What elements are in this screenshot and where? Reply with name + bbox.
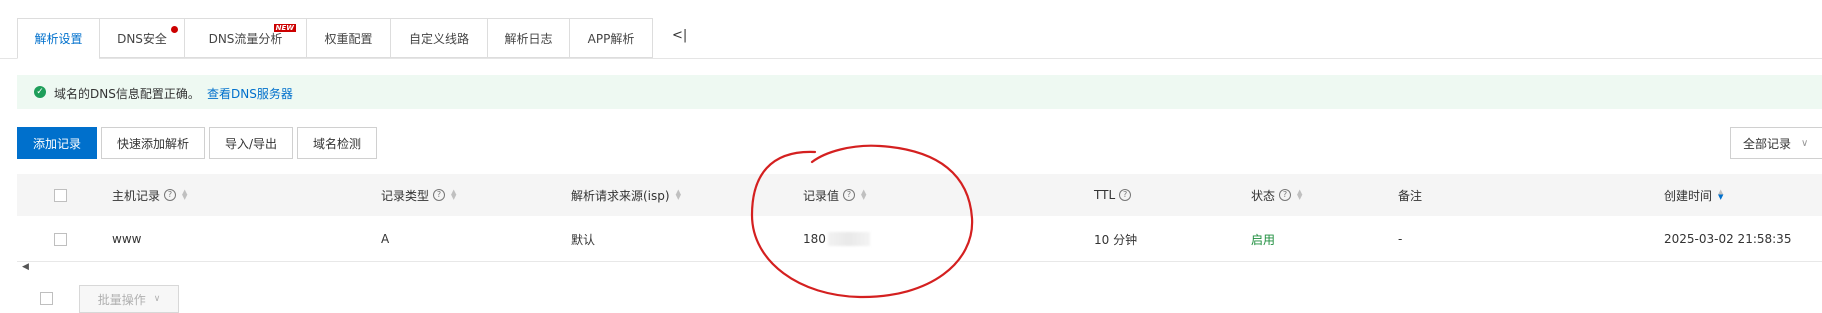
alert-message: 域名的DNS信息配置正确。 [54, 87, 200, 101]
button-label: 导入/导出 [224, 136, 278, 151]
chevron-down-icon: ∨ [1801, 137, 1809, 149]
column-label: TTL [1094, 188, 1116, 202]
select-all-checkbox[interactable] [54, 188, 67, 202]
success-alert: ✓ 域名的DNS信息配置正确。 查看DNS服务器 [17, 75, 1822, 109]
tab-custom-lines[interactable]: 自定义线路 [390, 18, 487, 58]
tabs-divider [0, 58, 1822, 59]
tab-bar: 解析设置 DNS安全 DNS流量分析 NEW 权重配置 自定义线路 解析日志 A… [17, 18, 653, 59]
row-select-cell [54, 217, 67, 261]
footer-select-all-checkbox[interactable] [40, 292, 53, 305]
tab-label: APP解析 [587, 31, 635, 46]
record-value-text: 180 [803, 232, 826, 246]
column-label: 备注 [1398, 188, 1423, 203]
tab-label: 权重配置 [324, 31, 373, 46]
add-record-button[interactable]: 添加记录 [17, 127, 97, 159]
tab-resolve-log[interactable]: 解析日志 [487, 18, 569, 58]
table-row: www A 默认 180 10 分钟 启用 - 2025-03-02 21:58… [17, 217, 1822, 262]
redacted-value [827, 232, 870, 246]
button-label: 快速添加解析 [116, 136, 189, 151]
help-icon[interactable]: ? [1119, 189, 1132, 201]
column-label: 主机记录 [112, 188, 161, 203]
collapse-tabs-icon[interactable]: <| [672, 28, 687, 43]
tab-dns-settings[interactable]: 解析设置 [17, 18, 99, 59]
help-icon[interactable]: ? [843, 189, 856, 201]
tab-dns-security[interactable]: DNS安全 [99, 18, 184, 58]
row-checkbox[interactable] [54, 232, 67, 246]
tab-weight-config[interactable]: 权重配置 [306, 18, 390, 58]
column-ttl: TTL ? [1094, 174, 1132, 216]
cell-host: www [112, 232, 142, 246]
sort-icon[interactable]: ▲ ▼ [861, 189, 866, 201]
column-host[interactable]: 主机记录 ? ▲ ▼ [112, 174, 187, 216]
quick-add-button[interactable]: 快速添加解析 [101, 127, 205, 159]
column-label: 创建时间 [1664, 188, 1713, 203]
column-status[interactable]: 状态 ? ▲ ▼ [1251, 174, 1302, 216]
table-header: 主机记录 ? ▲ ▼ 记录类型 ? ▲ ▼ 解析请求来源(isp) ▲ ▼ 记录值 ?… [17, 174, 1822, 216]
cell-created: 2025-03-02 21:58:35 [1664, 232, 1792, 246]
tab-label: 自定义线路 [408, 31, 469, 46]
tab-dns-traffic-analysis[interactable]: DNS流量分析 NEW [184, 18, 306, 58]
column-remark: 备注 [1398, 174, 1422, 216]
button-label: 添加记录 [32, 136, 81, 151]
sort-icon[interactable]: ▲ ▼ [182, 189, 187, 201]
record-filter-select[interactable]: 全部记录 ∨ [1730, 127, 1822, 159]
filter-value: 全部记录 [1743, 136, 1792, 151]
cell-ttl: 10 分钟 [1094, 232, 1138, 247]
column-label: 解析请求来源(isp) [571, 188, 670, 203]
new-badge: NEW [273, 24, 296, 32]
cell-value: 180 [803, 217, 870, 261]
import-export-button[interactable]: 导入/导出 [209, 127, 293, 159]
column-value[interactable]: 记录值 ? ▲ ▼ [803, 174, 866, 216]
help-icon[interactable]: ? [1279, 189, 1292, 201]
scroll-left-arrow-icon[interactable]: ◀ [22, 262, 29, 272]
sort-icon[interactable]: ▲ ▼ [1297, 189, 1302, 201]
tab-label: 解析设置 [34, 32, 83, 46]
column-label: 状态 [1251, 188, 1276, 203]
column-isp[interactable]: 解析请求来源(isp) ▲ ▼ [571, 174, 681, 216]
help-icon[interactable]: ? [164, 189, 177, 201]
view-dns-servers-link[interactable]: 查看DNS服务器 [207, 85, 293, 102]
domain-check-button[interactable]: 域名检测 [297, 127, 377, 159]
sort-icon[interactable]: ▲ ▼ [451, 189, 456, 201]
check-circle-icon: ✓ [34, 86, 46, 98]
notification-dot [171, 26, 178, 33]
tab-label: DNS安全 [117, 31, 167, 46]
chevron-down-icon: ∨ [153, 294, 161, 304]
button-label: 域名检测 [312, 136, 361, 151]
sort-desc-icon[interactable]: ▲ ▼ [1718, 189, 1723, 201]
button-label: 批量操作 [97, 292, 146, 307]
column-label: 记录类型 [381, 188, 430, 203]
column-label: 记录值 [803, 188, 840, 203]
cell-isp: 默认 [571, 232, 596, 247]
sort-icon[interactable]: ▲ ▼ [676, 189, 681, 201]
tab-label: 解析日志 [504, 31, 553, 46]
cell-type: A [381, 232, 390, 246]
cell-status: 启用 [1251, 232, 1276, 247]
help-icon[interactable]: ? [433, 189, 446, 201]
tab-label: DNS流量分析 [208, 31, 283, 46]
column-created[interactable]: 创建时间 ▲ ▼ [1664, 174, 1723, 216]
tab-app-resolve[interactable]: APP解析 [569, 18, 653, 58]
cell-remark: - [1398, 232, 1403, 246]
column-type[interactable]: 记录类型 ? ▲ ▼ [381, 174, 456, 216]
select-all-cell [54, 174, 67, 216]
